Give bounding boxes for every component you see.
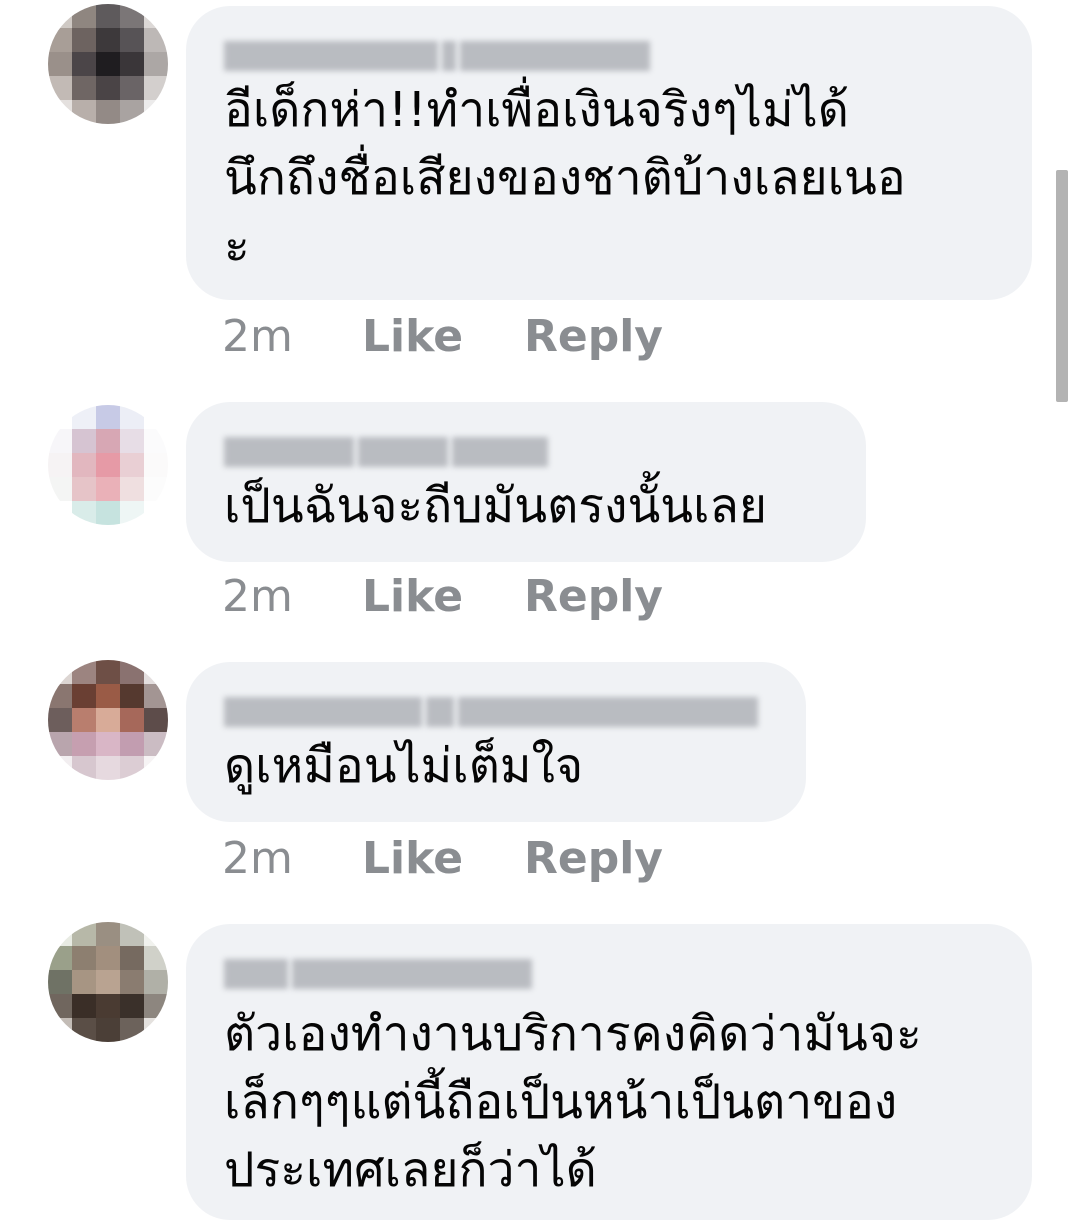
reply-button[interactable]: Reply: [524, 833, 663, 884]
comment-actions: 2m Like Reply: [222, 306, 663, 366]
comment-bubble: เป็นฉันจะถีบมันตรงนั้นเลย: [186, 402, 866, 562]
comment-actions: 2m Like Reply: [222, 566, 663, 626]
reply-button[interactable]: Reply: [524, 311, 663, 362]
scrollbar[interactable]: [1056, 170, 1068, 402]
like-button[interactable]: Like: [362, 571, 524, 622]
avatar[interactable]: [48, 405, 168, 525]
comment-bubble: ตัวเองทำงานบริการคงคิดว่ามันจะ เล็กๆๆแต่…: [186, 924, 1032, 1220]
avatar[interactable]: [48, 660, 168, 780]
like-button[interactable]: Like: [362, 833, 524, 884]
comment-time[interactable]: 2m: [222, 311, 362, 362]
avatar[interactable]: [48, 922, 168, 1042]
commenter-name[interactable]: [224, 36, 996, 76]
commenter-name[interactable]: [224, 432, 830, 472]
comment-actions: 2m Like Reply: [222, 828, 663, 888]
reply-button[interactable]: Reply: [524, 571, 663, 622]
comment-text: เป็นฉันจะถีบมันตรงนั้นเลย: [224, 478, 768, 534]
comment-time[interactable]: 2m: [222, 833, 362, 884]
comment-bubble: อีเด็กห่า!!ทำเพื่อเงินจริงๆไม่ได้ นึกถึง…: [186, 6, 1032, 300]
comment-text: ตัวเองทำงานบริการคงคิดว่ามันจะ เล็กๆๆแต่…: [224, 1006, 922, 1198]
comment-text: อีเด็กห่า!!ทำเพื่อเงินจริงๆไม่ได้ นึกถึง…: [224, 82, 906, 274]
comment-text: ดูเหมือนไม่เต็มใจ: [224, 738, 584, 794]
commenter-name[interactable]: [224, 954, 996, 994]
comments-list: อีเด็กห่า!!ทำเพื่อเงินจริงๆไม่ได้ นึกถึง…: [0, 0, 1080, 1229]
commenter-name[interactable]: [224, 692, 770, 732]
comment-time[interactable]: 2m: [222, 571, 362, 622]
comment-bubble: ดูเหมือนไม่เต็มใจ: [186, 662, 806, 822]
avatar[interactable]: [48, 4, 168, 124]
like-button[interactable]: Like: [362, 311, 524, 362]
